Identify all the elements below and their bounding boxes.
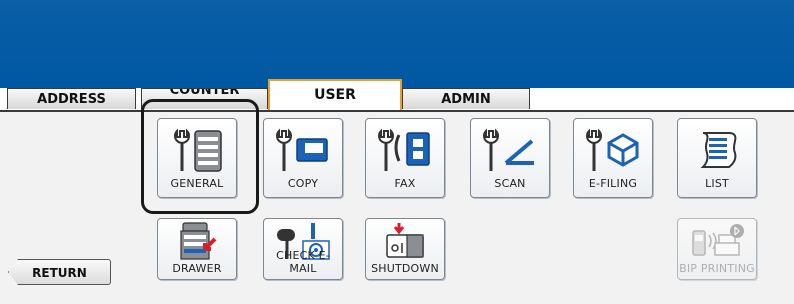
tab-user[interactable]: USER	[268, 79, 402, 111]
tab-counter-label: COUNTER	[169, 88, 240, 98]
scan-button[interactable]: SCAN	[470, 118, 550, 198]
copy-icon	[276, 128, 328, 171]
bip-printing-label: BIP PRINTING	[679, 262, 755, 275]
fax-icon	[378, 128, 430, 171]
fax-label: FAX	[394, 177, 416, 190]
shutdown-label: SHUTDOWN	[371, 262, 439, 275]
return-label: RETURN	[32, 266, 87, 280]
shutdown-button[interactable]: SHUTDOWN	[365, 218, 445, 280]
tab-bar: ADDRESS COUNTER USER ADMIN	[0, 79, 794, 111]
efiling-icon	[586, 128, 639, 171]
drawer-icon	[180, 222, 217, 260]
return-button[interactable]: RETURN	[8, 259, 111, 285]
fax-button[interactable]: FAX	[365, 118, 445, 198]
check-email-label: CHECK E-MAIL	[276, 249, 330, 275]
copy-button[interactable]: COPY	[263, 118, 343, 198]
shutdown-icon	[386, 223, 424, 258]
header-bar	[0, 0, 794, 88]
scan-label: SCAN	[494, 177, 526, 190]
tab-admin-label: ADMIN	[441, 92, 491, 107]
tab-admin[interactable]: ADMIN	[402, 88, 530, 109]
bip-printing-button[interactable]: BIP PRINTING	[677, 218, 757, 280]
efiling-button[interactable]: E-FILING	[573, 118, 653, 198]
tab-counter[interactable]: COUNTER	[141, 88, 268, 109]
drawer-button[interactable]: DRAWER	[157, 218, 237, 280]
check-email-button[interactable]: CHECK E-MAIL	[263, 218, 343, 280]
tab-address-label: ADDRESS	[37, 92, 106, 107]
scan-icon	[483, 128, 534, 171]
general-label: GENERAL	[170, 177, 224, 190]
list-label: LIST	[705, 177, 729, 190]
general-button[interactable]: GENERAL	[157, 118, 237, 198]
efiling-label: E-FILING	[588, 177, 638, 190]
general-icon	[174, 128, 222, 172]
bip-printing-icon	[692, 224, 744, 256]
drawer-label: DRAWER	[172, 262, 222, 275]
list-button[interactable]: LIST	[677, 118, 757, 198]
tab-address[interactable]: ADDRESS	[7, 88, 136, 109]
copy-label: COPY	[287, 177, 319, 190]
list-icon	[700, 132, 737, 168]
tab-user-label: USER	[314, 87, 356, 103]
